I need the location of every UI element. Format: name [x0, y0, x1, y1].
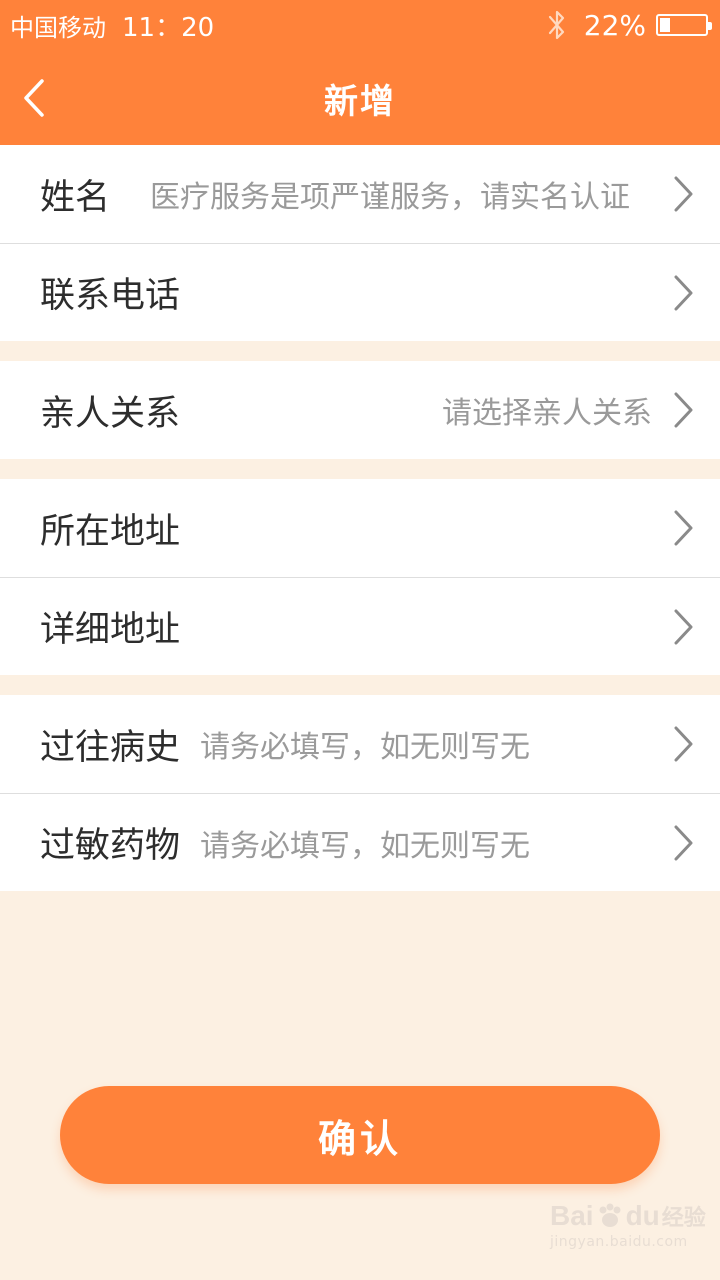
chevron-right-icon [674, 275, 693, 310]
phone-row[interactable]: 联系电话 [0, 243, 720, 341]
chevron-right-icon [674, 176, 693, 212]
relation-row[interactable]: 亲人关系 请选择亲人关系 [0, 361, 720, 459]
chevron-right-icon [674, 825, 693, 860]
allergy-drugs-label: 过敏药物 [40, 826, 181, 866]
form-group-address: 所在地址 详细地址 [0, 479, 720, 675]
status-right: 22% [546, 8, 712, 42]
form-group-contact: 姓名 医疗服务是项严谨服务，请实名认证 联系电话 [0, 145, 720, 341]
name-input[interactable]: 医疗服务是项严谨服务，请实名认证 [150, 172, 656, 216]
carrier-label: 中国移动 [10, 13, 106, 42]
page-title: 新增 [324, 81, 396, 122]
allergy-drugs-row[interactable]: 过敏药物 请务必填写，如无则写无 [0, 793, 720, 891]
watermark-url: jingyan.baidu.com [550, 1234, 688, 1250]
form-group-medical: 过往病史 请务必填写，如无则写无 过敏药物 请务必填写，如无则写无 [0, 695, 720, 891]
battery-percent: 22% [583, 8, 646, 42]
relation-select[interactable]: 请选择亲人关系 [442, 388, 652, 432]
chevron-right-icon [674, 609, 693, 644]
back-button[interactable] [14, 74, 54, 122]
allergy-drugs-input[interactable]: 请务必填写，如无则写无 [200, 821, 656, 865]
chevron-left-icon [24, 79, 44, 117]
relation-label: 亲人关系 [40, 393, 181, 434]
address-label: 所在地址 [40, 511, 181, 552]
clock: 11：20 [122, 12, 215, 43]
form-group-relation: 亲人关系 请选择亲人关系 [0, 361, 720, 459]
chevron-right-icon [674, 510, 693, 546]
bluetooth-icon [548, 10, 564, 40]
phone-label: 联系电话 [40, 276, 181, 316]
baidu-jingyan-watermark: Bai du 经验 jingyan.baidu.com [550, 1200, 710, 1270]
chevron-right-icon [674, 726, 693, 762]
name-row[interactable]: 姓名 医疗服务是项严谨服务，请实名认证 [0, 145, 720, 243]
detail-address-row[interactable]: 详细地址 [0, 577, 720, 675]
medical-history-label: 过往病史 [40, 727, 181, 768]
name-label: 姓名 [40, 177, 111, 218]
battery-icon [656, 14, 712, 36]
medical-history-input[interactable]: 请务必填写，如无则写无 [200, 722, 656, 766]
battery-level-fill [660, 18, 670, 32]
medical-history-row[interactable]: 过往病史 请务必填写，如无则写无 [0, 695, 720, 793]
chevron-right-icon [674, 392, 693, 428]
detail-address-label: 详细地址 [40, 610, 181, 650]
watermark-logo: Bai du 经验 [550, 1200, 706, 1231]
status-left: 中国移动 11：20 [10, 7, 214, 44]
address-row[interactable]: 所在地址 [0, 479, 720, 577]
confirm-button[interactable]: 确认 [60, 1086, 660, 1184]
nav-bar: 新增 [0, 50, 720, 146]
status-bar: 中国移动 11：20 22% [0, 0, 720, 50]
paw-icon [599, 1203, 621, 1227]
